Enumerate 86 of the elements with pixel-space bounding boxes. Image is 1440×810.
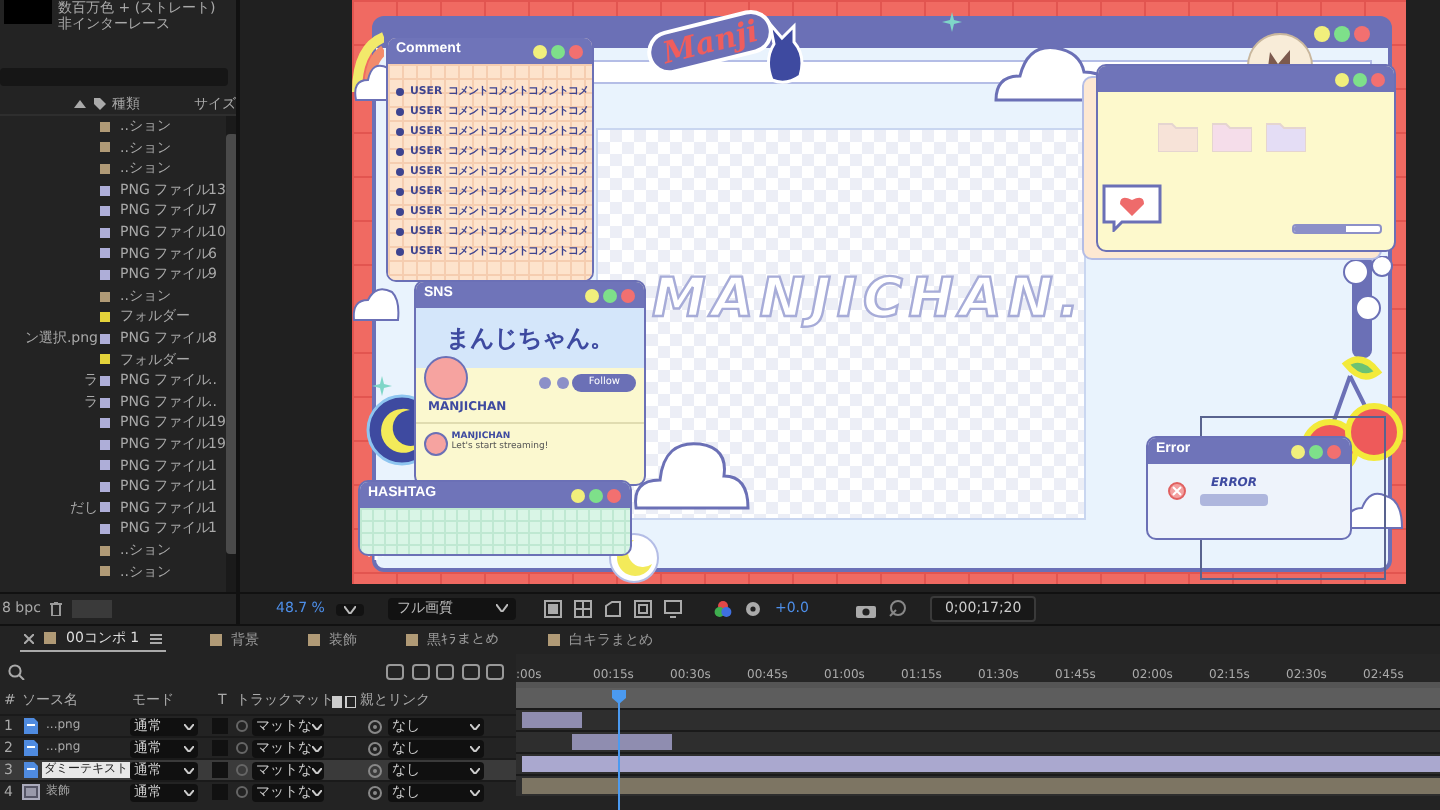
banner-text: まんじちゃん。 — [446, 323, 614, 353]
checkbox[interactable] — [212, 762, 228, 778]
label-color-swatch[interactable] — [100, 439, 110, 450]
playhead[interactable] — [612, 690, 626, 810]
label-color-swatch[interactable] — [100, 142, 110, 153]
caret-icon — [344, 605, 357, 613]
sparkle-icon — [372, 376, 392, 396]
caret-icon — [470, 789, 480, 795]
label-color-swatch[interactable] — [100, 121, 110, 132]
label-color-swatch[interactable] — [100, 185, 110, 196]
label-color-swatch[interactable] — [100, 354, 110, 365]
file-icon — [24, 762, 38, 778]
bullet-icon — [396, 88, 404, 96]
caret-icon — [496, 604, 509, 613]
composition-icon — [22, 784, 40, 800]
label-color-swatch[interactable] — [100, 460, 110, 471]
avatar-circle — [424, 356, 468, 400]
label-color-swatch[interactable] — [100, 333, 110, 344]
caret-icon — [184, 723, 194, 729]
caret-icon — [184, 745, 194, 751]
camera-icon[interactable] — [856, 601, 877, 617]
bullet-icon — [396, 108, 404, 116]
label-color-swatch[interactable] — [100, 502, 110, 513]
label-color-swatch[interactable] — [100, 227, 110, 238]
avatar-circle — [424, 431, 448, 456]
label-color-swatch[interactable] — [100, 397, 110, 408]
caret-icon — [470, 767, 480, 773]
caret-icon — [312, 723, 322, 729]
bullet-icon — [396, 188, 404, 196]
label-color-swatch[interactable] — [100, 206, 110, 217]
file-icon — [24, 740, 38, 756]
menu-icon[interactable] — [149, 633, 162, 644]
trash-icon[interactable] — [50, 602, 63, 616]
bullet-icon — [396, 128, 404, 136]
circle-icon[interactable] — [555, 375, 570, 390]
caret-icon — [312, 789, 322, 795]
mask-icon[interactable] — [604, 600, 623, 618]
sort-arrow-icon[interactable] — [74, 100, 87, 108]
label-color-swatch[interactable] — [100, 312, 110, 323]
label-color-swatch[interactable] — [100, 481, 110, 492]
caret-icon — [184, 789, 194, 795]
region-icon[interactable] — [544, 600, 563, 618]
caret-icon — [184, 767, 194, 773]
label-color-swatch[interactable] — [100, 291, 110, 302]
sparkle-icon — [942, 12, 962, 32]
label-color-swatch[interactable] — [100, 375, 110, 386]
label-color-swatch[interactable] — [100, 545, 110, 556]
monitor-icon[interactable] — [664, 600, 683, 618]
window-buttons-icon[interactable] — [570, 487, 622, 503]
switch-icon[interactable] — [332, 695, 356, 707]
circle-icon[interactable] — [537, 375, 552, 390]
close-icon[interactable] — [1168, 481, 1186, 500]
snapshot-icon[interactable] — [888, 600, 907, 618]
caret-icon — [470, 745, 480, 751]
bullet-icon — [396, 168, 404, 176]
scrollbar-thumb[interactable] — [225, 134, 236, 554]
caret-icon — [470, 723, 480, 729]
label-color-swatch[interactable] — [100, 418, 110, 429]
window-buttons-icon — [1312, 24, 1372, 44]
label-color-swatch[interactable] — [100, 248, 110, 259]
zoom-dropdown[interactable] — [336, 603, 365, 615]
color-channels-icon[interactable] — [714, 600, 733, 618]
caret-icon — [312, 745, 322, 751]
thumbnail-preview — [4, 0, 52, 24]
label-tag-icon[interactable] — [94, 98, 107, 110]
window-buttons-icon[interactable] — [1334, 71, 1386, 87]
label-color-swatch[interactable] — [100, 566, 110, 577]
safe-area-icon[interactable] — [634, 600, 653, 618]
bullet-icon — [396, 228, 404, 236]
grid-icon[interactable] — [574, 600, 593, 618]
window-buttons-icon[interactable] — [584, 287, 636, 303]
bullet-icon — [396, 208, 404, 216]
label-color-swatch[interactable] — [100, 269, 110, 280]
close-icon[interactable] — [24, 633, 34, 644]
caret-icon — [312, 767, 322, 773]
bullet-icon — [396, 248, 404, 256]
search-icon[interactable] — [8, 663, 26, 679]
bullet-icon — [396, 148, 404, 156]
label-color-swatch[interactable] — [100, 163, 110, 174]
label-color-swatch[interactable] — [100, 524, 110, 535]
file-icon — [24, 718, 38, 734]
settings-icon[interactable] — [744, 600, 763, 618]
window-buttons-icon[interactable] — [1290, 443, 1342, 459]
headline-text: MANJICHAN. — [652, 268, 1086, 333]
rainbow-drawing — [352, 32, 384, 92]
window-buttons-icon[interactable] — [532, 43, 584, 59]
